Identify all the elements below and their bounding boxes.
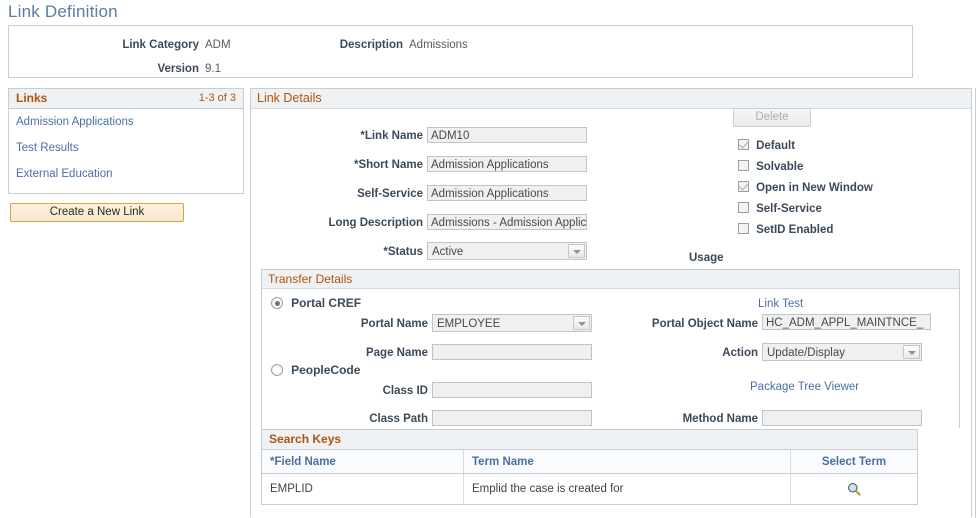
- search-keys-table: *Field Name Term Name Select Term EMPLID…: [262, 450, 917, 504]
- create-a-new-link-button[interactable]: Create a New Link: [10, 203, 184, 222]
- action-value: Update/Display: [767, 347, 845, 359]
- description-label: Description: [339, 39, 403, 51]
- chevron-down-icon: [903, 345, 920, 359]
- peoplecode-label: PeopleCode: [291, 363, 361, 377]
- sidebar-item-external-education[interactable]: External Education: [9, 161, 243, 187]
- package-tree-viewer-link[interactable]: Package Tree Viewer: [750, 381, 859, 393]
- action-label: Action: [722, 347, 758, 359]
- method-name-label: Method Name: [682, 413, 758, 425]
- sidebar-item-test-results[interactable]: Test Results: [9, 135, 243, 161]
- default-checkbox-label: Default: [756, 140, 796, 152]
- search-keys-panel: Search Keys *Field Name Term Name Select…: [261, 429, 918, 505]
- magnifier-icon[interactable]: [847, 482, 861, 496]
- search-keys-header: Search Keys: [262, 430, 917, 450]
- setid-enabled-checkbox-label: SetID Enabled: [756, 224, 834, 236]
- method-name-input[interactable]: [762, 410, 922, 426]
- link-details-header: Link Details: [251, 89, 971, 109]
- peoplecode-radio-row[interactable]: PeopleCode: [271, 362, 360, 378]
- long-description-input[interactable]: Admissions - Admission Applications: [427, 214, 587, 230]
- panel-right-edge: [975, 88, 976, 518]
- self-service-name-input[interactable]: Admission Applications: [427, 185, 587, 201]
- transfer-details-header: Transfer Details: [262, 270, 959, 289]
- portal-name-select[interactable]: EMPLOYEE: [432, 314, 592, 332]
- link-test-link[interactable]: Link Test: [758, 298, 803, 310]
- sidebar-item-admission-applications[interactable]: Admission Applications: [9, 109, 243, 135]
- link-category-value: ADM: [205, 39, 231, 51]
- column-header-term-name[interactable]: Term Name: [463, 450, 791, 474]
- short-name-input[interactable]: Admission Applications: [427, 156, 587, 172]
- class-path-input[interactable]: [432, 410, 592, 426]
- solvable-checkbox[interactable]: [738, 160, 749, 171]
- link-details-title: Link Details: [257, 91, 322, 105]
- portal-object-name-label: Portal Object Name: [651, 318, 758, 330]
- link-name-input[interactable]: ADM10: [427, 127, 587, 143]
- chevron-down-icon: [568, 244, 585, 258]
- column-header-select-term[interactable]: Select Term: [790, 450, 917, 474]
- links-panel-title: Links: [16, 91, 48, 105]
- links-panel: Links 1-3 of 3 Admission Applications Te…: [8, 88, 244, 194]
- delete-button[interactable]: Delete: [733, 108, 811, 127]
- long-description-label: Long Description: [328, 217, 423, 229]
- class-id-label: Class ID: [382, 385, 428, 397]
- usage-label: Usage: [689, 252, 724, 264]
- version-value: 9.1: [205, 63, 221, 75]
- checkbox-row-solvable[interactable]: Solvable: [738, 159, 803, 176]
- page-name-input[interactable]: [432, 344, 592, 360]
- portal-name-label: Portal Name: [360, 318, 428, 330]
- cell-field-name: EMPLID: [262, 473, 464, 504]
- portal-name-value: EMPLOYEE: [437, 318, 501, 330]
- self-service-checkbox-label: Self-Service: [756, 203, 822, 215]
- table-header-row: *Field Name Term Name Select Term: [262, 450, 917, 474]
- checkbox-row-default[interactable]: Default: [738, 138, 795, 155]
- self-service-checkbox[interactable]: [738, 202, 749, 213]
- checkbox-row-self-service[interactable]: Self-Service: [738, 201, 822, 218]
- link-details-panel: Link Details *Link Name ADM10 *Short Nam…: [250, 88, 972, 517]
- portal-object-name-input[interactable]: HC_ADM_APPL_MAINTNCE_: [762, 314, 931, 330]
- self-service-name-label: Self-Service: [357, 188, 423, 200]
- peoplecode-radio[interactable]: [271, 364, 283, 376]
- portal-cref-radio[interactable]: [271, 297, 283, 309]
- class-id-input[interactable]: [432, 382, 592, 398]
- status-label: *Status: [383, 246, 423, 258]
- page-title: Link Definition: [8, 2, 118, 21]
- short-name-label: *Short Name: [353, 159, 423, 171]
- checkbox-row-setid-enabled[interactable]: SetID Enabled: [738, 222, 833, 239]
- link-name-label: *Link Name: [360, 130, 423, 142]
- links-panel-header: Links 1-3 of 3: [9, 89, 243, 109]
- link-category-label: Link Category: [122, 39, 199, 51]
- class-path-label: Class Path: [369, 413, 428, 425]
- status-select-value: Active: [432, 246, 464, 258]
- transfer-details-title: Transfer Details: [268, 272, 353, 286]
- description-value: Admissions: [409, 39, 468, 51]
- links-panel-count: 1-3 of 3: [198, 92, 236, 104]
- column-header-field-name[interactable]: *Field Name: [262, 450, 464, 474]
- cell-select-term: [791, 474, 918, 505]
- search-keys-title: Search Keys: [269, 432, 342, 446]
- portal-cref-label: Portal CREF: [291, 296, 362, 310]
- setid-enabled-checkbox[interactable]: [738, 223, 749, 234]
- status-select[interactable]: Active: [427, 242, 587, 260]
- portal-cref-radio-row[interactable]: Portal CREF: [271, 295, 361, 311]
- default-checkbox[interactable]: [738, 139, 749, 150]
- table-row: EMPLID Emplid the case is created for: [262, 473, 918, 505]
- solvable-checkbox-label: Solvable: [756, 161, 804, 173]
- open-in-new-window-checkbox-label: Open in New Window: [756, 182, 873, 194]
- page-name-label: Page Name: [365, 347, 428, 359]
- open-in-new-window-checkbox[interactable]: [738, 181, 749, 192]
- chevron-down-icon: [573, 316, 590, 330]
- cell-term-name: Emplid the case is created for: [463, 473, 791, 504]
- version-label: Version: [157, 63, 199, 75]
- action-select[interactable]: Update/Display: [762, 343, 922, 361]
- transfer-details-panel: Transfer Details Portal CREF Portal Name…: [261, 269, 960, 428]
- checkbox-row-open-in-new-window[interactable]: Open in New Window: [738, 180, 873, 197]
- link-summary-box: Link Category ADM Description Admissions…: [8, 25, 913, 78]
